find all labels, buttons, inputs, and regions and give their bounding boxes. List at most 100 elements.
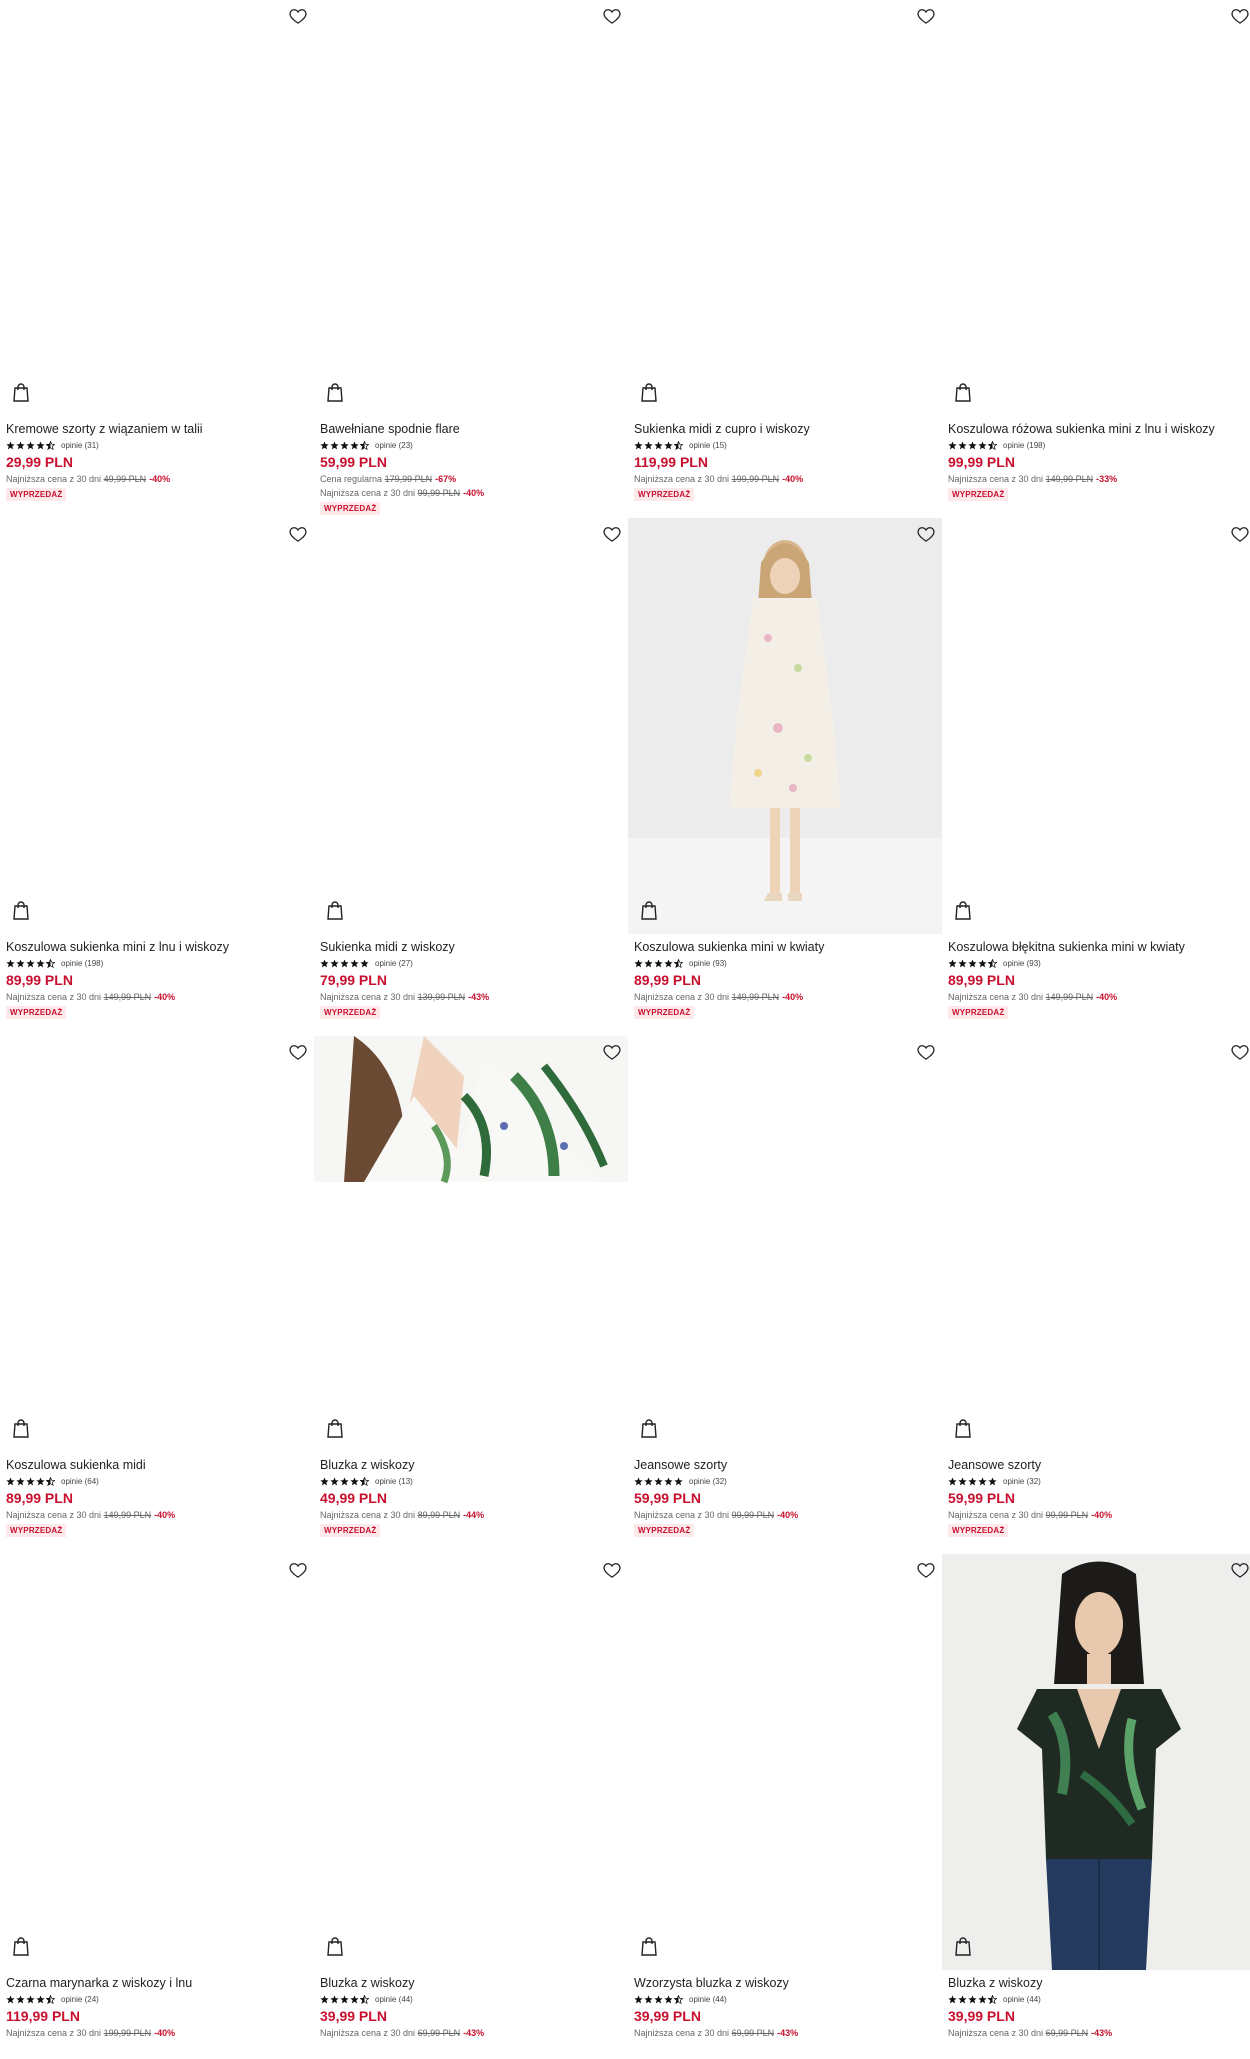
shopping-bag-icon[interactable] [640, 382, 658, 402]
shopping-bag-icon[interactable] [12, 1418, 30, 1438]
rating-stars [320, 958, 369, 968]
product-card[interactable]: Wzorzysta bluzka z wiskozy opinie (44) 39,… [628, 1554, 942, 2059]
product-image[interactable] [628, 518, 942, 934]
product-card[interactable]: Bluzka z wiskozy opinie (44) 39,99 PLN Najn… [314, 1554, 628, 2059]
product-card[interactable]: Bluzka z wiskozy opinie (44) 39,99 PLN Najn… [942, 1554, 1250, 2059]
product-name[interactable]: Jeansowe szorty [942, 1458, 1250, 1472]
product-image[interactable] [0, 1554, 314, 1970]
review-count[interactable]: opinie (32) [689, 1477, 727, 1486]
review-count[interactable]: opinie (64) [61, 1477, 99, 1486]
heart-outline-icon[interactable] [916, 6, 936, 26]
review-count[interactable]: opinie (198) [1003, 441, 1045, 450]
heart-outline-icon[interactable] [916, 1042, 936, 1062]
shopping-bag-icon[interactable] [640, 900, 658, 920]
product-image[interactable] [0, 1036, 314, 1452]
product-image[interactable] [628, 1036, 942, 1452]
product-name[interactable]: Sukienka midi z cupro i wiskozy [628, 422, 942, 436]
product-name[interactable]: Koszulowa różowa sukienka mini z lnu i w… [942, 422, 1250, 436]
review-count[interactable]: opinie (32) [1003, 1477, 1041, 1486]
product-name[interactable]: Koszulowa sukienka mini z lnu i wiskozy [0, 940, 314, 954]
product-name[interactable]: Wzorzysta bluzka z wiskozy [628, 1976, 942, 1990]
review-count[interactable]: opinie (44) [689, 1995, 727, 2004]
product-image[interactable] [314, 1036, 628, 1452]
heart-outline-icon[interactable] [288, 6, 308, 26]
product-name[interactable]: Czarna marynarka z wiskozy i lnu [0, 1976, 314, 1990]
review-count[interactable]: opinie (31) [61, 441, 99, 450]
review-count[interactable]: opinie (198) [61, 959, 103, 968]
shopping-bag-icon[interactable] [12, 382, 30, 402]
shopping-bag-icon[interactable] [640, 1936, 658, 1956]
product-image[interactable] [314, 1554, 628, 1970]
product-name[interactable]: Bluzka z wiskozy [314, 1976, 628, 1990]
heart-outline-icon[interactable] [916, 524, 936, 544]
shopping-bag-icon[interactable] [954, 1418, 972, 1438]
product-card[interactable]: Koszulowa sukienka mini w kwiaty opinie (… [628, 518, 942, 1036]
review-count[interactable]: opinie (27) [375, 959, 413, 968]
product-card[interactable]: Czarna marynarka z wiskozy i lnu opinie (… [0, 1554, 314, 2059]
product-card[interactable]: Kremowe szorty z wiązaniem w talii opinie… [0, 0, 314, 518]
shopping-bag-icon[interactable] [326, 1418, 344, 1438]
product-name[interactable]: Kremowe szorty z wiązaniem w talii [0, 422, 314, 436]
review-count[interactable]: opinie (15) [689, 441, 727, 450]
product-name[interactable]: Koszulowa sukienka mini w kwiaty [628, 940, 942, 954]
star-icon [948, 958, 957, 967]
star-icon [340, 1994, 349, 2003]
heart-outline-icon[interactable] [288, 524, 308, 544]
product-name[interactable]: Koszulowa błękitna sukienka mini w kwiat… [942, 940, 1250, 954]
shopping-bag-icon[interactable] [640, 1418, 658, 1438]
shopping-bag-icon[interactable] [954, 382, 972, 402]
product-card[interactable]: Sukienka midi z cupro i wiskozy opinie (1… [628, 0, 942, 518]
product-image[interactable] [628, 1554, 942, 1970]
heart-outline-icon[interactable] [602, 524, 622, 544]
shopping-bag-icon[interactable] [326, 900, 344, 920]
review-count[interactable]: opinie (44) [375, 1995, 413, 2004]
product-card[interactable]: Koszulowa różowa sukienka mini z lnu i w… [942, 0, 1250, 518]
product-card[interactable]: Jeansowe szorty opinie (32) 59,99 PLN Najni… [628, 1036, 942, 1554]
product-card[interactable]: Sukienka midi z wiskozy opinie (27) 79,99 … [314, 518, 628, 1036]
heart-outline-icon[interactable] [1230, 1560, 1250, 1580]
product-name[interactable]: Jeansowe szorty [628, 1458, 942, 1472]
product-name[interactable]: Bluzka z wiskozy [942, 1976, 1250, 1990]
product-name[interactable]: Sukienka midi z wiskozy [314, 940, 628, 954]
product-card[interactable]: Bawełniane spodnie flare opinie (23) 59,99… [314, 0, 628, 518]
shopping-bag-icon[interactable] [326, 1936, 344, 1956]
shopping-bag-icon[interactable] [12, 1936, 30, 1956]
heart-outline-icon[interactable] [288, 1560, 308, 1580]
product-name[interactable]: Bluzka z wiskozy [314, 1458, 628, 1472]
product-image[interactable] [628, 0, 942, 416]
product-card[interactable]: Koszulowa błękitna sukienka mini w kwiat… [942, 518, 1250, 1036]
review-count[interactable]: opinie (13) [375, 1477, 413, 1486]
shopping-bag-icon[interactable] [954, 1936, 972, 1956]
heart-outline-icon[interactable] [916, 1560, 936, 1580]
product-name[interactable]: Bawełniane spodnie flare [314, 422, 628, 436]
heart-outline-icon[interactable] [602, 6, 622, 26]
heart-outline-icon[interactable] [602, 1560, 622, 1580]
product-card[interactable]: Koszulowa sukienka mini z lnu i wiskozy o… [0, 518, 314, 1036]
review-count[interactable]: opinie (23) [375, 441, 413, 450]
product-card[interactable]: Jeansowe szorty opinie (32) 59,99 PLN Najni… [942, 1036, 1250, 1554]
product-image[interactable] [314, 518, 628, 934]
heart-outline-icon[interactable] [1230, 6, 1250, 26]
product-image[interactable] [942, 1554, 1250, 1970]
shopping-bag-icon[interactable] [12, 900, 30, 920]
shopping-bag-icon[interactable] [326, 382, 344, 402]
heart-outline-icon[interactable] [1230, 524, 1250, 544]
product-name[interactable]: Koszulowa sukienka midi [0, 1458, 314, 1472]
product-card[interactable]: Bluzka z wiskozy opinie (13) 49,99 PLN Najn… [314, 1036, 628, 1554]
shopping-bag-icon[interactable] [954, 900, 972, 920]
heart-outline-icon[interactable] [1230, 1042, 1250, 1062]
review-count[interactable]: opinie (93) [1003, 959, 1041, 968]
product-image[interactable] [0, 518, 314, 934]
product-image[interactable] [942, 0, 1250, 416]
heart-outline-icon[interactable] [288, 1042, 308, 1062]
review-count[interactable]: opinie (93) [689, 959, 727, 968]
lowest-old-price: 99,99 PLN [731, 1510, 775, 1520]
product-image[interactable] [942, 518, 1250, 934]
heart-outline-icon[interactable] [602, 1042, 622, 1062]
review-count[interactable]: opinie (24) [61, 1995, 99, 2004]
product-image[interactable] [314, 0, 628, 416]
product-image[interactable] [942, 1036, 1250, 1452]
product-image[interactable] [0, 0, 314, 416]
review-count[interactable]: opinie (44) [1003, 1995, 1041, 2004]
product-card[interactable]: Koszulowa sukienka midi opinie (64) 89,99 … [0, 1036, 314, 1554]
